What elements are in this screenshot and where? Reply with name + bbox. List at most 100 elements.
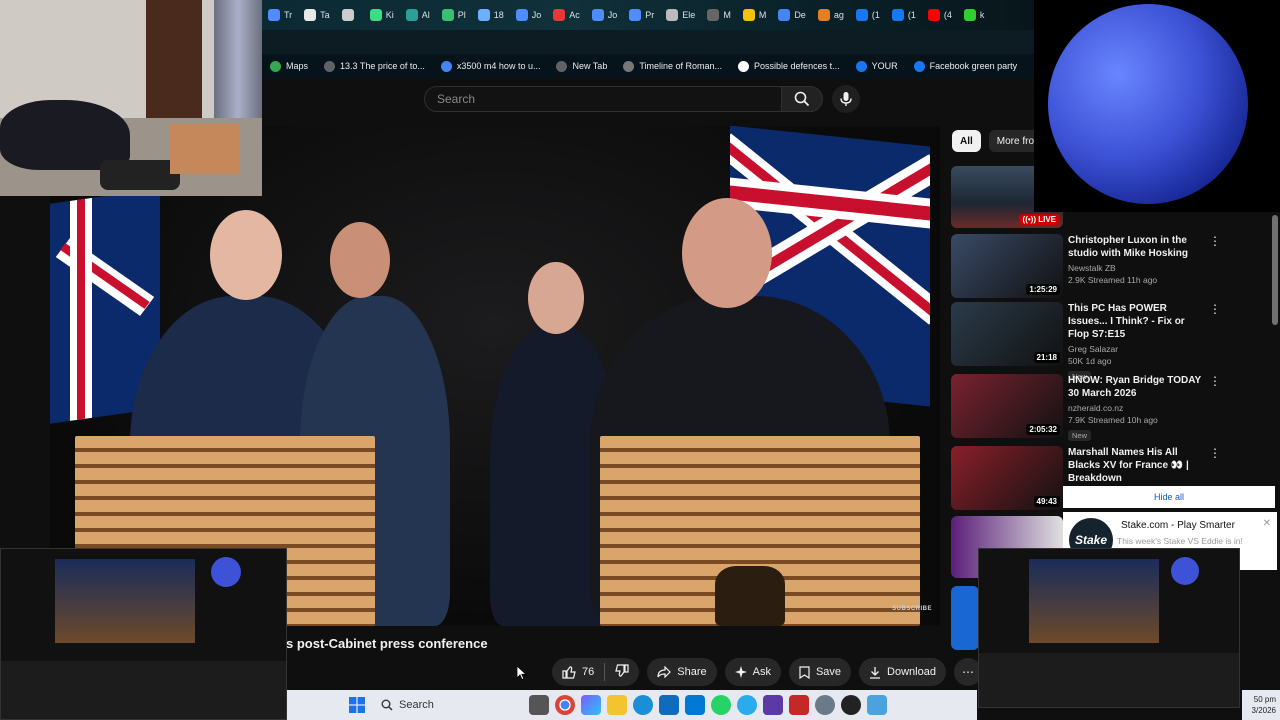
more-options-icon[interactable]: ⋮ xyxy=(1209,234,1221,248)
system-clock[interactable]: 50 pm 3/2026 xyxy=(1242,690,1280,720)
mini-window-right xyxy=(978,548,1240,708)
recommended-video[interactable]: 2:05:32 HNOW: Ryan Bridge TODAY 30 March … xyxy=(951,374,1251,441)
browser-tab[interactable] xyxy=(336,0,364,30)
recommended-video[interactable]: 1:25:29 Christopher Luxon in the studio w… xyxy=(951,234,1251,298)
browser-tab[interactable]: M xyxy=(701,0,737,30)
tab-favicon-icon xyxy=(707,9,720,21)
edge-icon[interactable] xyxy=(633,695,653,715)
bookmark-item[interactable]: Maps xyxy=(262,60,316,72)
thumbs-down-icon xyxy=(615,663,629,677)
store-icon[interactable] xyxy=(685,695,705,715)
ad-title: Stake.com - Play Smarter xyxy=(1121,520,1235,531)
telegram-icon[interactable] xyxy=(737,695,757,715)
browser-tab[interactable]: Ta xyxy=(298,0,336,30)
video-title[interactable]: This PC Has POWER Issues... I Think? - F… xyxy=(1068,302,1208,341)
browser-tab[interactable]: Al xyxy=(400,0,436,30)
video-thumbnail[interactable]: 2:05:32 xyxy=(951,374,1063,438)
channel-name[interactable]: Newstalk ZB xyxy=(1068,263,1208,273)
save-button[interactable]: Save xyxy=(788,658,852,686)
task-view-icon[interactable] xyxy=(529,695,549,715)
more-options-icon[interactable]: ⋮ xyxy=(1209,374,1221,388)
like-button[interactable]: 76 xyxy=(562,665,594,679)
bookmark-item[interactable]: Possible defences t... xyxy=(730,60,848,72)
like-count: 76 xyxy=(582,666,595,678)
obs-icon[interactable] xyxy=(841,695,861,715)
bookmark-item[interactable]: YOUR xyxy=(848,60,906,72)
search-button[interactable] xyxy=(781,86,823,112)
filter-chip[interactable]: All xyxy=(952,130,981,152)
whatsapp-icon[interactable] xyxy=(711,695,731,715)
ask-label: Ask xyxy=(752,666,771,678)
search-input[interactable]: Search xyxy=(424,86,782,112)
windows-start-icon[interactable] xyxy=(347,695,367,715)
channel-name[interactable]: nzherald.co.nz xyxy=(1068,403,1208,413)
file-explorer-icon[interactable] xyxy=(607,695,627,715)
like-dislike-group: 76 xyxy=(552,658,640,686)
tab-label: (4 xyxy=(943,10,952,20)
channel-name[interactable]: Greg Salazar xyxy=(1068,344,1208,354)
red-app-icon[interactable] xyxy=(789,695,809,715)
video-title[interactable]: Marshall Names His All Blacks XV for Fra… xyxy=(1068,446,1208,485)
bookmark-item[interactable]: x3500 m4 how to u... xyxy=(433,60,549,72)
download-icon xyxy=(870,666,881,679)
coat-of-arms xyxy=(715,566,785,626)
live-dot-icon: ((•)) xyxy=(1022,215,1039,224)
close-icon[interactable]: ✕ xyxy=(1263,518,1271,529)
more-options-icon[interactable]: ⋮ xyxy=(1209,446,1221,460)
browser-tab[interactable]: Pr xyxy=(623,0,660,30)
video-stats: 2.9K Streamed 11h ago xyxy=(1068,275,1158,285)
browser-tab[interactable]: (1 xyxy=(886,0,922,30)
search-icon xyxy=(381,699,393,711)
browser-tab[interactable]: ag xyxy=(812,0,850,30)
hide-all-button[interactable]: Hide all xyxy=(1063,486,1275,508)
aide-woman-head xyxy=(528,262,584,334)
address-bar-area xyxy=(262,30,1034,54)
mini-panel xyxy=(1,661,286,719)
taskbar-search[interactable]: Search xyxy=(373,694,523,716)
ask-button[interactable]: Ask xyxy=(724,658,781,686)
taskbar-search-label: Search xyxy=(399,699,434,711)
browser-tab[interactable]: Jo xyxy=(510,0,548,30)
bookmark-item[interactable]: New Tab xyxy=(548,60,615,72)
browser-tab[interactable]: Ki xyxy=(364,0,400,30)
copilot-icon[interactable] xyxy=(581,695,601,715)
photos-icon[interactable] xyxy=(867,695,887,715)
video-title[interactable]: HNOW: Ryan Bridge TODAY 30 March 2026 xyxy=(1068,374,1208,400)
browser-tab[interactable]: Tr xyxy=(262,0,298,30)
more-options-icon[interactable]: ⋮ xyxy=(1209,302,1221,316)
wikipedia-icon xyxy=(623,60,635,72)
bookmark-item[interactable]: Facebook green party xyxy=(906,60,1026,72)
more-icon: ⋯ xyxy=(961,665,974,679)
chrome-icon[interactable] xyxy=(555,695,575,715)
ad-subtitle: This week's Stake VS Eddie is in! xyxy=(1117,536,1243,546)
recommended-video[interactable]: 21:18 This PC Has POWER Issues... I Think… xyxy=(951,302,1251,382)
share-button[interactable]: Share xyxy=(647,658,717,686)
browser-tab[interactable]: Jo xyxy=(586,0,624,30)
browser-tab[interactable]: De xyxy=(772,0,812,30)
media-app-icon[interactable] xyxy=(763,695,783,715)
settings-icon[interactable] xyxy=(815,695,835,715)
browser-tab[interactable]: Ac xyxy=(547,0,586,30)
browser-tab[interactable]: k xyxy=(958,0,991,30)
map-icon xyxy=(270,60,281,72)
browser-tab[interactable]: (4 xyxy=(922,0,958,30)
cl-icon xyxy=(738,60,750,72)
video-thumbnail[interactable]: 21:18 xyxy=(951,302,1063,366)
browser-tab[interactable]: 18 xyxy=(472,0,510,30)
dislike-button[interactable] xyxy=(615,663,629,681)
mouse-cursor-icon xyxy=(517,666,527,680)
video-thumbnail[interactable]: 1:25:29 xyxy=(951,234,1063,298)
bookmark-item[interactable]: Timeline of Roman... xyxy=(615,60,730,72)
voice-search-button[interactable] xyxy=(832,85,860,113)
scrollbar-thumb[interactable] xyxy=(1272,215,1278,325)
browser-tab[interactable]: Ele xyxy=(660,0,701,30)
download-button[interactable]: Download xyxy=(859,658,946,686)
video-thumbnail[interactable]: 49:43 xyxy=(951,446,1063,510)
bookmark-item[interactable]: 13.3 The price of to... xyxy=(316,60,433,72)
browser-tab[interactable]: (1 xyxy=(850,0,886,30)
subscribe-watermark[interactable]: SUBSCRIBE xyxy=(892,606,932,612)
browser-tab[interactable]: M xyxy=(737,0,773,30)
outlook-icon[interactable] xyxy=(659,695,679,715)
video-title[interactable]: Christopher Luxon in the studio with Mik… xyxy=(1068,234,1208,260)
browser-tab[interactable]: Pl xyxy=(436,0,472,30)
